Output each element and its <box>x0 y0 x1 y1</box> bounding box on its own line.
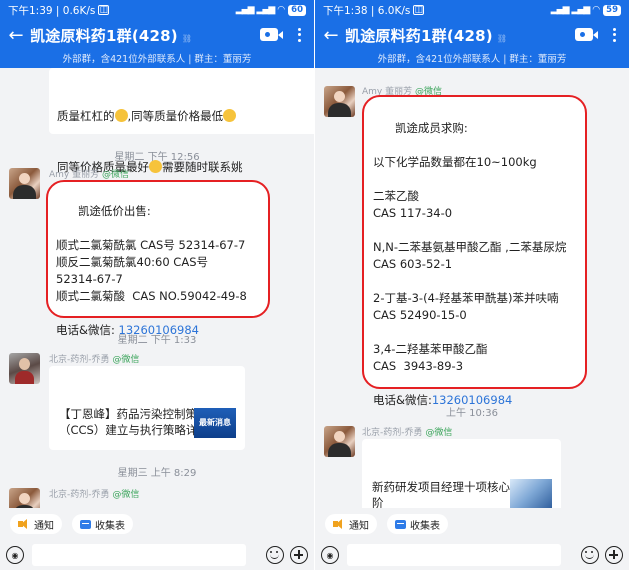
status-indicators: ▂▄▆ ▂▄▆ ◠ 59 <box>550 4 621 16</box>
group-title: 凯途原料药1群(428) <box>30 26 178 45</box>
signal-icon: ▂▄▆ <box>550 5 570 15</box>
more-options-icon[interactable] <box>292 24 306 46</box>
quick-toolbar: 通知 收集表 <box>0 510 314 538</box>
battery-icon: 60 <box>288 4 306 16</box>
sender-name: Amy 董丽芳 @微信 <box>49 170 130 180</box>
megaphone-icon <box>333 519 345 529</box>
link-card-thumbnail <box>510 479 552 508</box>
status-bar: 下午1:39 | 0.6K/s ◫ ▂▄▆ ▂▄▆ ◠ 60 <box>0 0 314 20</box>
avatar[interactable] <box>9 488 40 508</box>
avatar[interactable] <box>9 353 40 384</box>
message-body: 凯途低价出售: 顺式二氯菊酰氯 CAS号 52314-67-7 顺反二氯菊酰氯4… <box>56 204 247 337</box>
time-separator: 星期二 下午 12:56 <box>114 152 200 163</box>
screenshot-icon: ◫ <box>413 5 425 15</box>
status-time: 下午1:39 | 0.6K/s <box>8 4 96 17</box>
wifi-icon: ◠ <box>592 5 601 15</box>
input-bar: ◉ <box>315 540 629 570</box>
time-separator: 星期三 上午 8:29 <box>117 468 197 479</box>
right-chat-screen: 下午1:38 | 6.0K/s ◫ ▂▄▆ ▂▄▆ ◠ 59 ← 凯途原料药1群… <box>315 0 629 570</box>
avatar[interactable] <box>324 426 355 457</box>
avatar[interactable] <box>324 86 355 117</box>
avatar[interactable] <box>9 168 40 199</box>
link-card-thumbnail: 最新消息 <box>194 408 236 438</box>
back-arrow-icon[interactable]: ← <box>317 20 345 50</box>
signal-icon-2: ▂▄▆ <box>256 5 276 15</box>
signal-icon-2: ▂▄▆ <box>571 5 591 15</box>
message-input[interactable] <box>347 544 561 566</box>
sender-name: 北京-药剂-乔勇 @微信 <box>49 355 140 365</box>
status-bar: 下午1:38 | 6.0K/s ◫ ▂▄▆ ▂▄▆ ◠ 59 <box>315 0 629 20</box>
voice-icon[interactable]: ◉ <box>321 546 339 564</box>
message-bubble-highlighted: 凯途低价出售: 顺式二氯菊酰氯 CAS号 52314-67-7 顺反二氯菊酰氯4… <box>46 180 270 337</box>
input-bar: ◉ <box>0 540 314 570</box>
form-button[interactable]: 收集表 <box>72 514 133 534</box>
voice-icon[interactable]: ◉ <box>6 546 24 564</box>
form-button[interactable]: 收集表 <box>387 514 448 534</box>
screenshot-icon: ◫ <box>98 5 110 15</box>
sender-name: 北京-药剂-乔勇 @微信 <box>362 428 453 438</box>
chat-header: 下午1:38 | 6.0K/s ◫ ▂▄▆ ▂▄▆ ◠ 59 ← 凯途原料药1群… <box>315 0 629 68</box>
signal-icon: ▂▄▆ <box>235 5 255 15</box>
link-card[interactable]: 新药研发项目经理十项核心技能进阶 <box>362 439 561 508</box>
form-icon <box>395 519 406 529</box>
video-call-icon[interactable] <box>260 28 283 41</box>
message-body: 凯途成员求购: 以下化学品数量都在10~100kg 二苯乙酸 CAS 117-3… <box>373 121 567 407</box>
group-subtitle: 外部群，含421位外部联系人 | 群主：董丽芳 <box>377 54 567 65</box>
title-bar: ← 凯途原料药1群(428) ⛓ <box>0 20 314 50</box>
notice-button[interactable]: 通知 <box>10 514 62 534</box>
plus-icon[interactable] <box>290 546 308 564</box>
time-separator: 星期二 下午 1:33 <box>117 335 197 346</box>
form-icon <box>80 519 91 529</box>
notice-button[interactable]: 通知 <box>325 514 377 534</box>
group-subtitle: 外部群，含421位外部联系人 | 群主：董丽芳 <box>62 54 252 65</box>
message-list[interactable]: 质量杠杠的,同等质量价格最低 同等价格质量最好需要随时联系姚 158683321… <box>0 68 314 508</box>
message-list[interactable]: Amy 董丽芳 @微信 凯途成员求购: 以下化学品数量都在10~100kg 二苯… <box>315 68 629 508</box>
message-input[interactable] <box>32 544 246 566</box>
message-line: 质量杠杠的 ,同等质量价格最低 <box>57 108 314 125</box>
battery-icon: 59 <box>603 4 621 16</box>
status-time: 下午1:38 | 6.0K/s <box>323 4 411 17</box>
group-badge-icon: ⛓ <box>181 33 193 43</box>
link-card[interactable]: 【丁恩峰】药品污染控制策略（CCS）建立与执行策略详解 最新消息 <box>49 366 245 450</box>
left-chat-screen: 下午1:39 | 0.6K/s ◫ ▂▄▆ ▂▄▆ ◠ 60 ← 凯途原料药1群… <box>0 0 314 570</box>
sender-name: 北京-药剂-乔勇 @微信 <box>49 490 140 500</box>
group-badge-icon: ⛓ <box>496 33 508 43</box>
wifi-icon: ◠ <box>277 5 286 15</box>
message-bubble-highlighted: 凯途成员求购: 以下化学品数量都在10~100kg 二苯乙酸 CAS 117-3… <box>362 95 587 407</box>
group-title: 凯途原料药1群(428) <box>345 26 493 45</box>
more-options-icon[interactable] <box>607 24 621 46</box>
emoji-icon[interactable] <box>581 546 599 564</box>
status-indicators: ▂▄▆ ▂▄▆ ◠ 60 <box>235 4 306 16</box>
video-call-icon[interactable] <box>575 28 598 41</box>
grin-emoji-icon <box>223 109 237 122</box>
time-separator: 上午 10:36 <box>446 408 498 419</box>
back-arrow-icon[interactable]: ← <box>2 20 30 50</box>
chat-header: 下午1:39 | 0.6K/s ◫ ▂▄▆ ▂▄▆ ◠ 60 ← 凯途原料药1群… <box>0 0 314 68</box>
smile-emoji-icon <box>114 109 128 122</box>
quick-toolbar: 通知 收集表 <box>315 510 629 538</box>
title-bar: ← 凯途原料药1群(428) ⛓ <box>315 20 629 50</box>
megaphone-icon <box>18 519 30 529</box>
emoji-icon[interactable] <box>266 546 284 564</box>
plus-icon[interactable] <box>605 546 623 564</box>
message-bubble: 质量杠杠的,同等质量价格最低 同等价格质量最好需要随时联系姚 158683321… <box>49 68 314 225</box>
